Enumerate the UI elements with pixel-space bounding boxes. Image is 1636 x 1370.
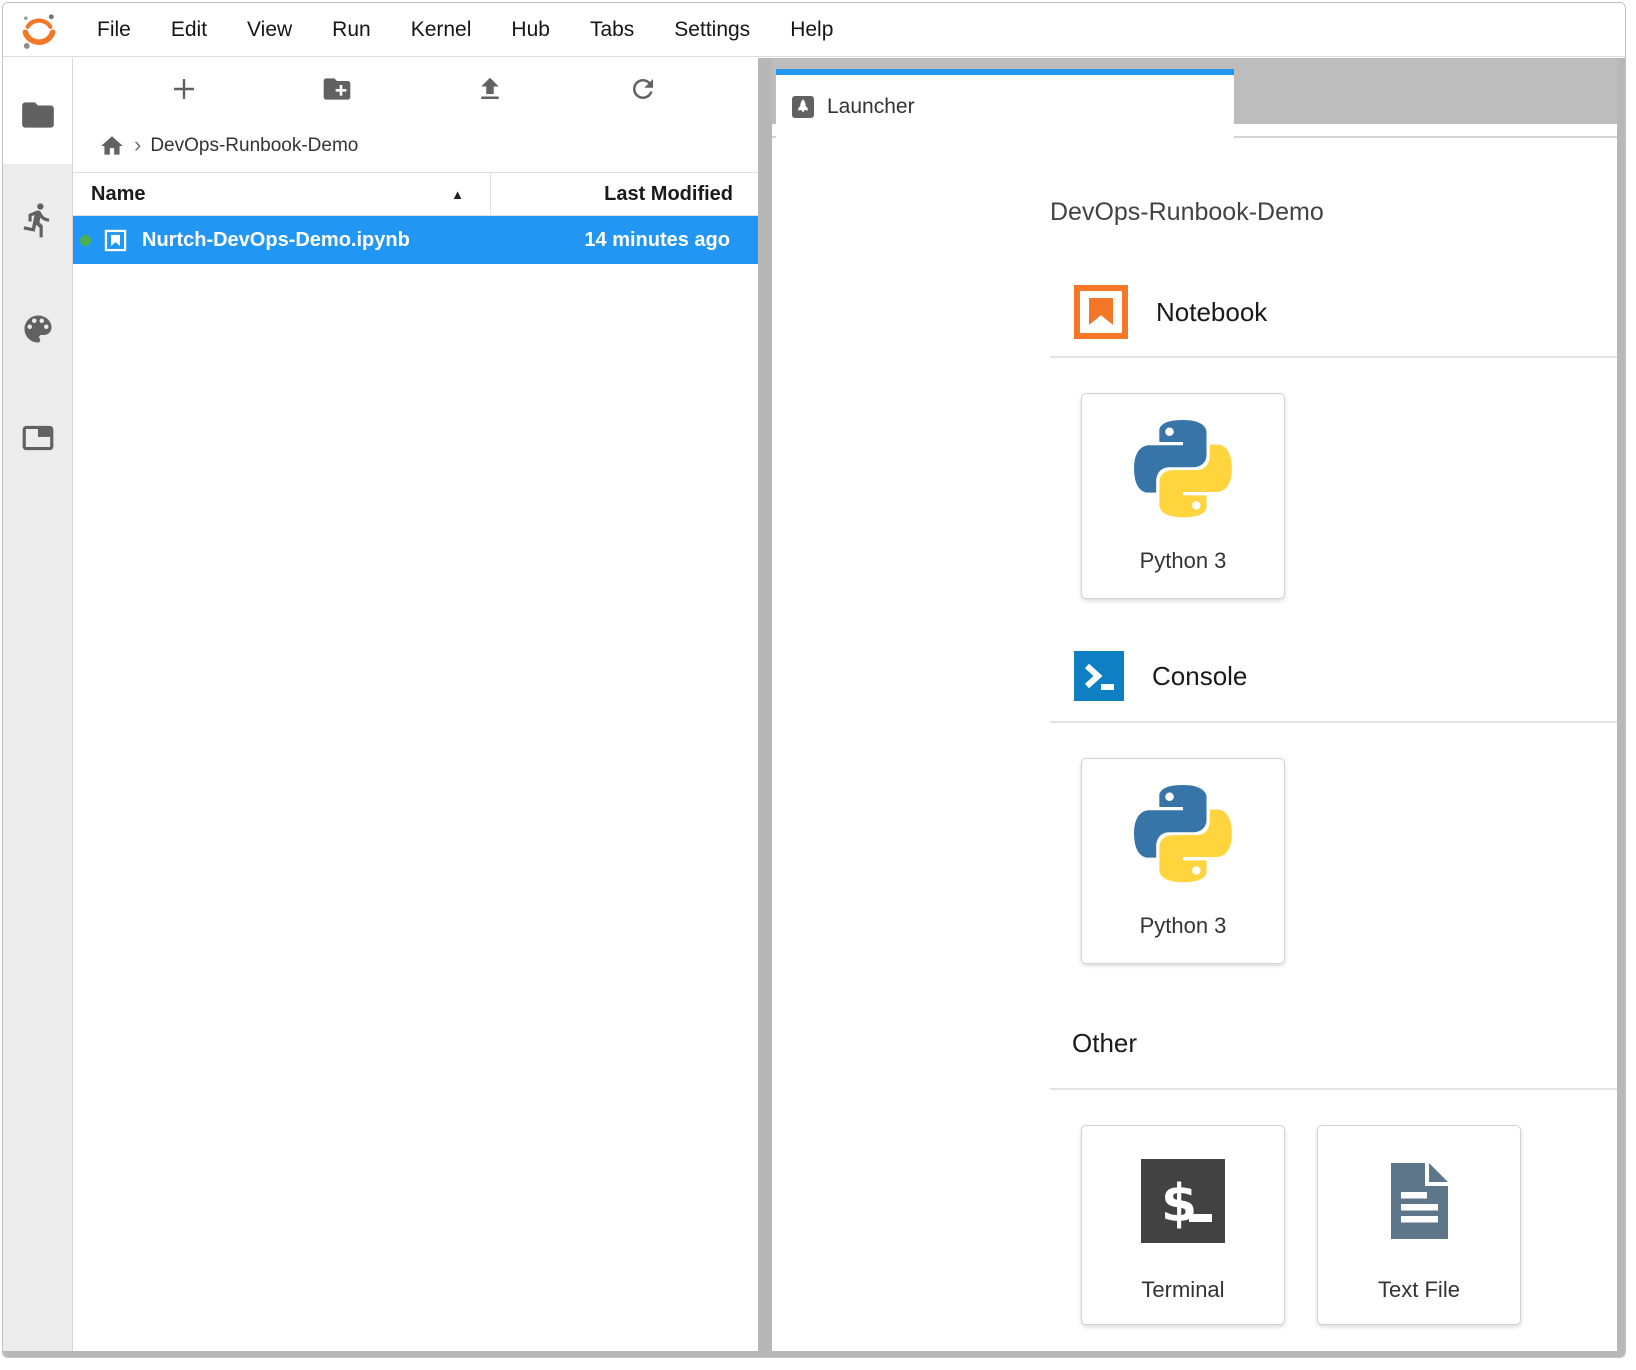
menu-edit[interactable]: Edit xyxy=(151,3,227,57)
menu-view[interactable]: View xyxy=(227,3,312,57)
console-section-header: Console xyxy=(1074,651,1617,701)
folder-icon xyxy=(19,96,57,134)
card-label: Python 3 xyxy=(1140,548,1227,574)
sidebar-item-file-browser[interactable] xyxy=(3,96,72,134)
app-shell: › DevOps-Runbook-Demo Name ▲ Last Modifi… xyxy=(3,58,1625,1357)
svg-text:$: $ xyxy=(1161,1174,1197,1234)
home-icon[interactable] xyxy=(99,133,125,159)
column-header-name[interactable]: Name ▲ xyxy=(73,173,491,215)
jupyter-logo-icon xyxy=(19,10,59,50)
launcher-card-text-file[interactable]: Text File xyxy=(1317,1125,1521,1325)
tab-launcher-label: Launcher xyxy=(827,95,915,119)
menu-tabs[interactable]: Tabs xyxy=(570,3,654,57)
section-divider xyxy=(1050,356,1617,358)
text-file-icon xyxy=(1377,1159,1461,1243)
other-section-label: Other xyxy=(1072,1028,1137,1059)
python-logo xyxy=(1134,785,1232,883)
launcher-section-notebook: Notebook Python 3 xyxy=(1050,285,1617,599)
breadcrumb: › DevOps-Runbook-Demo xyxy=(73,120,758,172)
plus-icon xyxy=(168,73,200,105)
new-launcher-button[interactable] xyxy=(164,69,204,109)
upload-button[interactable] xyxy=(470,69,510,109)
file-name: Nurtch-DevOps-Demo.ipynb xyxy=(142,229,410,252)
other-section-header: Other xyxy=(1072,1028,1617,1059)
launcher-card-console-python3[interactable]: Python 3 xyxy=(1081,758,1285,964)
menu-kernel[interactable]: Kernel xyxy=(391,3,492,57)
menu-bar: File Edit View Run Kernel Hub Tabs Setti… xyxy=(3,3,1625,57)
console-icon xyxy=(1074,651,1124,701)
launcher-card-notebook-python3[interactable]: Python 3 xyxy=(1081,393,1285,599)
notebook-section-label: Notebook xyxy=(1156,297,1267,328)
menu-hub[interactable]: Hub xyxy=(491,3,570,57)
file-row-selected[interactable]: Nurtch-DevOps-Demo.ipynb 14 minutes ago xyxy=(73,216,758,264)
card-label: Terminal xyxy=(1141,1277,1224,1303)
breadcrumb-current-folder[interactable]: DevOps-Runbook-Demo xyxy=(150,135,358,157)
sidebar-item-open-tabs[interactable] xyxy=(3,420,72,456)
launcher-section-other: Other $ Terminal xyxy=(1050,1028,1617,1325)
notebook-file-icon xyxy=(102,227,129,254)
sidebar-item-running[interactable] xyxy=(3,201,72,239)
palette-icon xyxy=(20,311,56,347)
listing-header: Name ▲ Last Modified xyxy=(73,172,758,216)
new-folder-icon xyxy=(321,73,353,105)
section-divider xyxy=(1050,721,1617,723)
menu-file[interactable]: File xyxy=(77,3,151,57)
main-dock-panel: Launcher DevOps-Runbook-Demo Noteboo xyxy=(772,58,1617,1351)
new-folder-button[interactable] xyxy=(317,69,357,109)
python-logo xyxy=(1134,420,1232,518)
launcher-section-console: Console Python 3 xyxy=(1050,651,1617,964)
section-divider xyxy=(1050,1088,1617,1090)
sort-ascending-icon: ▲ xyxy=(451,187,464,202)
menu-settings[interactable]: Settings xyxy=(654,3,770,57)
file-last-modified: 14 minutes ago xyxy=(410,229,758,252)
notebook-section-header: Notebook xyxy=(1074,285,1617,339)
console-section-label: Console xyxy=(1152,661,1247,692)
name-column-label: Name xyxy=(91,183,145,206)
launcher-cwd-title: DevOps-Runbook-Demo xyxy=(1050,198,1617,227)
terminal-icon: $ xyxy=(1141,1159,1225,1243)
upload-icon xyxy=(475,74,505,104)
notebook-icon xyxy=(1074,285,1128,339)
running-icon xyxy=(19,201,57,239)
dock-tab-bar: Launcher xyxy=(772,58,1617,138)
launcher-panel: DevOps-Runbook-Demo Notebook xyxy=(772,140,1617,1351)
file-browser-panel: › DevOps-Runbook-Demo Name ▲ Last Modifi… xyxy=(73,58,758,1351)
card-label: Python 3 xyxy=(1140,913,1227,939)
kernel-running-dot xyxy=(80,235,91,246)
menu-help[interactable]: Help xyxy=(770,3,853,57)
launcher-card-terminal[interactable]: $ Terminal xyxy=(1081,1125,1285,1325)
jupyterlab-window: File Edit View Run Kernel Hub Tabs Setti… xyxy=(2,2,1626,1358)
tabs-icon xyxy=(20,420,56,456)
card-label: Text File xyxy=(1378,1277,1460,1303)
file-browser-toolbar xyxy=(73,58,758,120)
breadcrumb-separator: › xyxy=(134,132,141,158)
activity-bar xyxy=(3,58,73,1351)
refresh-button[interactable] xyxy=(623,69,663,109)
column-header-last-modified[interactable]: Last Modified xyxy=(491,183,758,206)
refresh-icon xyxy=(628,74,658,104)
sidebar-item-commands[interactable] xyxy=(3,311,72,347)
launcher-icon xyxy=(792,96,814,118)
tab-launcher[interactable]: Launcher xyxy=(776,69,1234,138)
menu-run[interactable]: Run xyxy=(312,3,391,57)
